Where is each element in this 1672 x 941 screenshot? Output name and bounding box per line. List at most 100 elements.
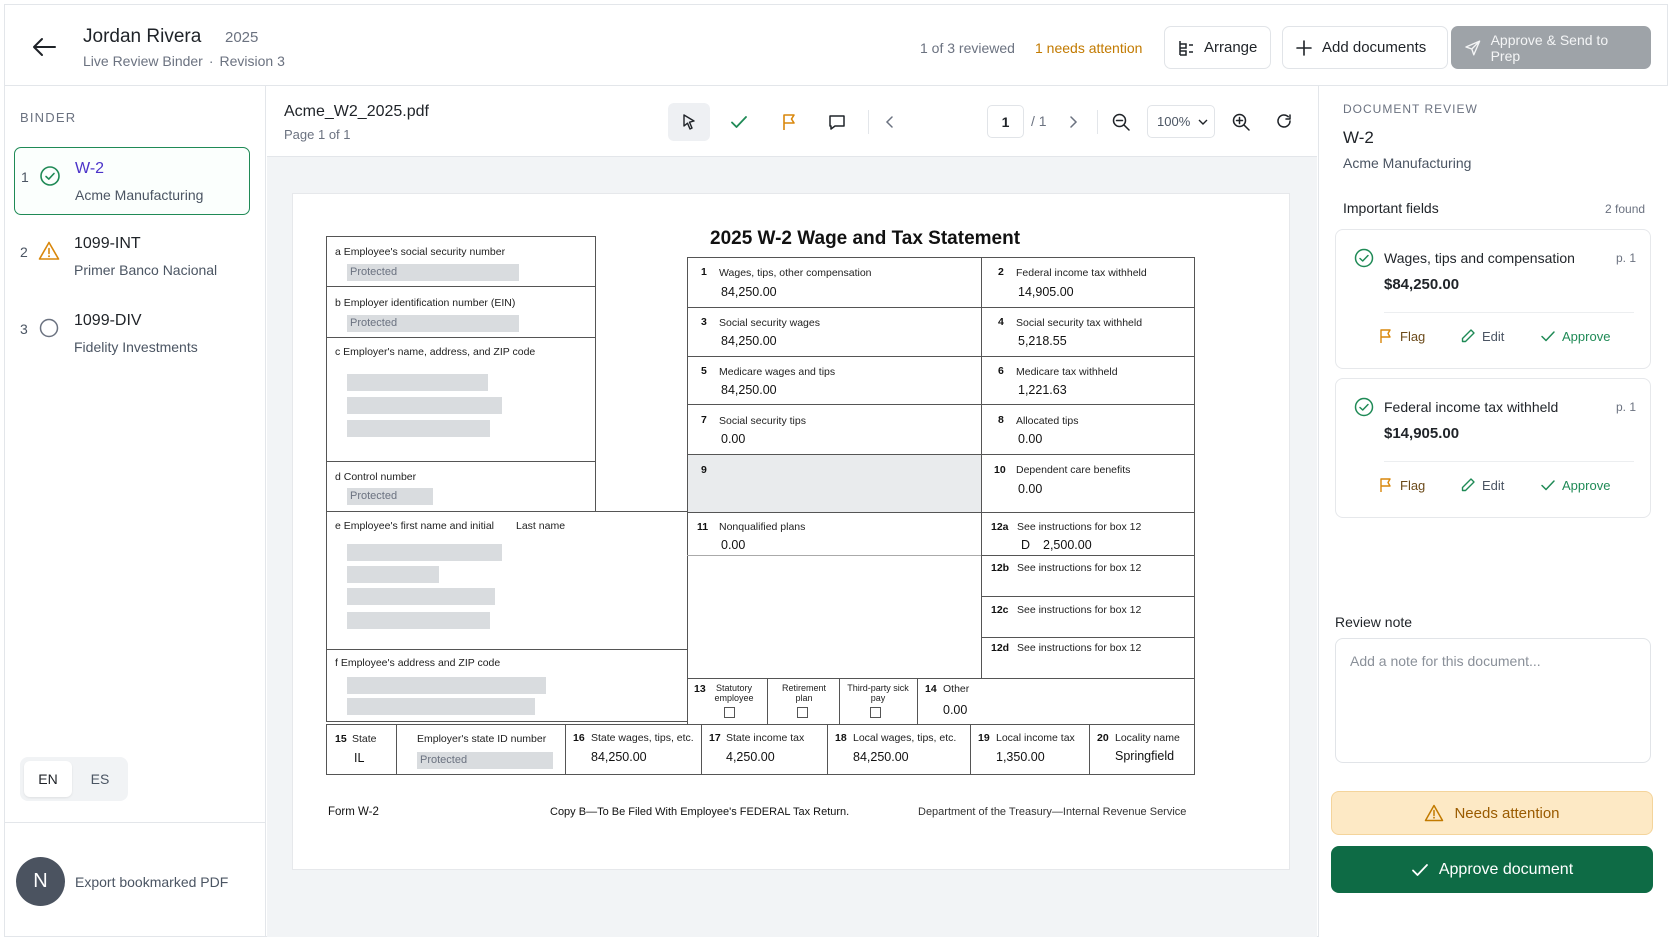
chevron-down-icon — [1198, 119, 1208, 125]
export-pdf-link[interactable]: Export bookmarked PDF — [75, 874, 228, 890]
box-1-number: 1 — [701, 266, 707, 278]
divider — [827, 724, 828, 775]
needs-attention-label: Needs attention — [1454, 804, 1560, 822]
plus-icon — [1296, 39, 1312, 56]
flag-label: Flag — [1400, 477, 1426, 493]
ein-protected: Protected — [347, 315, 519, 332]
zoom-select[interactable]: 100% — [1147, 105, 1215, 138]
divider — [981, 596, 1195, 597]
fields-found-count: 2 found — [1605, 202, 1646, 216]
toolbar-divider — [868, 110, 869, 134]
retirement-checkbox[interactable] — [797, 707, 808, 718]
toolbar-divider — [1097, 110, 1098, 134]
flag-field-button[interactable]: Flag — [1378, 477, 1425, 493]
arrange-button[interactable]: Arrange — [1164, 26, 1271, 69]
approve-field-button[interactable]: Approve — [1540, 477, 1610, 493]
box-18-number: 18 — [835, 732, 847, 744]
box-17-number: 17 — [709, 732, 721, 744]
control-protected: Protected — [347, 488, 433, 505]
next-page-button[interactable] — [1058, 103, 1088, 141]
divider — [981, 555, 1195, 556]
box-a-label: a Employee's social security number — [335, 246, 506, 258]
page-number-input[interactable]: 1 — [987, 105, 1024, 138]
redaction-bar — [347, 566, 439, 583]
approve-document-button[interactable]: Approve document — [1331, 846, 1653, 893]
box-14-value: 0.00 — [943, 703, 968, 717]
approve-field-button[interactable]: Approve — [1540, 328, 1610, 344]
needs-attention-button[interactable]: Needs attention — [1331, 791, 1653, 835]
box-17-label: State income tax — [726, 732, 805, 744]
divider — [701, 724, 702, 775]
field-card-wages[interactable]: Wages, tips and compensation p. 1 $84,25… — [1335, 229, 1651, 369]
send-icon — [1465, 39, 1481, 56]
binder-subtitle: Live Review Binder · Revision 3 — [83, 53, 285, 69]
approve-tool-button[interactable] — [718, 103, 760, 141]
add-documents-label: Add documents — [1322, 39, 1427, 56]
divider — [687, 356, 1195, 357]
check-icon — [1541, 480, 1555, 491]
box-12c-label: See instructions for box 12 — [1017, 604, 1142, 616]
approve-send-button[interactable]: Approve & Send to Prep — [1451, 26, 1651, 69]
doc-number: 1 — [21, 169, 29, 185]
box-12b-label: See instructions for box 12 — [1017, 562, 1142, 574]
box-6-number: 6 — [998, 365, 1004, 377]
back-button[interactable] — [29, 34, 59, 60]
arrange-label: Arrange — [1204, 39, 1258, 56]
box-1-value: 84,250.00 — [721, 285, 777, 299]
divider — [970, 724, 971, 775]
check-icon — [731, 116, 747, 128]
comment-tool-button[interactable] — [816, 103, 858, 141]
zoom-in-button[interactable] — [1222, 103, 1260, 141]
flag-field-button[interactable]: Flag — [1378, 328, 1425, 344]
review-panel: DOCUMENT REVIEW W-2 Acme Manufacturing I… — [1318, 86, 1668, 937]
avatar[interactable]: N — [16, 857, 65, 906]
divider — [767, 678, 768, 725]
box-4-value: 5,218.55 — [1018, 334, 1067, 348]
ssn-protected: Protected — [347, 264, 519, 281]
box-12a-code: D — [1021, 538, 1031, 552]
redaction-bar — [347, 698, 535, 715]
field-page[interactable]: p. 1 — [1616, 251, 1636, 265]
box-3-value: 84,250.00 — [721, 334, 777, 348]
box-5-value: 84,250.00 — [721, 383, 777, 397]
edit-field-button[interactable]: Edit — [1460, 328, 1504, 344]
box-20-number: 20 — [1097, 732, 1109, 744]
flag-label: Flag — [1400, 328, 1426, 344]
box-10-label: Dependent care benefits — [1016, 464, 1131, 476]
binder-item-1099-div[interactable]: 3 1099-DIV Fidelity Investments — [14, 300, 250, 368]
add-documents-button[interactable]: Add documents — [1282, 26, 1448, 69]
statutory-checkbox[interactable] — [724, 707, 735, 718]
binder-item-w2[interactable]: 1 W-2 Acme Manufacturing — [14, 147, 250, 215]
box-7-number: 7 — [701, 414, 707, 426]
attention-count[interactable]: 1 needs attention — [1035, 40, 1142, 56]
binder-label: BINDER — [20, 110, 77, 125]
redaction-bar — [347, 397, 502, 414]
prev-page-button[interactable] — [875, 103, 905, 141]
sick-pay-checkbox[interactable] — [870, 707, 881, 718]
binder-item-1099-int[interactable]: 2 1099-INT Primer Banco Nacional — [14, 223, 250, 291]
box-4-number: 4 — [998, 316, 1004, 328]
lang-es-button[interactable]: ES — [76, 761, 124, 797]
doc-number: 2 — [20, 244, 28, 260]
chevron-right-icon — [1070, 116, 1078, 128]
doc-subtitle: Primer Banco Nacional — [74, 262, 218, 278]
rotate-button[interactable] — [1265, 103, 1303, 141]
empty-circle-icon — [39, 318, 59, 338]
select-tool-button[interactable] — [668, 103, 710, 141]
flag-icon — [1380, 478, 1391, 492]
divider — [687, 404, 1195, 405]
card-divider — [1384, 312, 1634, 313]
redaction-bar — [347, 677, 546, 694]
flag-tool-button[interactable] — [768, 103, 810, 141]
approve-label: Approve — [1562, 328, 1611, 344]
review-note-input[interactable] — [1335, 638, 1651, 763]
comment-icon — [829, 115, 845, 130]
field-card-federal-tax[interactable]: Federal income tax withheld p. 1 $14,905… — [1335, 378, 1651, 518]
edit-field-button[interactable]: Edit — [1460, 477, 1504, 493]
zoom-out-button[interactable] — [1102, 103, 1140, 141]
field-page[interactable]: p. 1 — [1616, 400, 1636, 414]
field-value: $84,250.00 — [1384, 276, 1460, 293]
state-id-protected: Protected — [417, 752, 553, 769]
box-14-label: Other — [943, 683, 970, 695]
lang-en-button[interactable]: EN — [24, 761, 72, 797]
